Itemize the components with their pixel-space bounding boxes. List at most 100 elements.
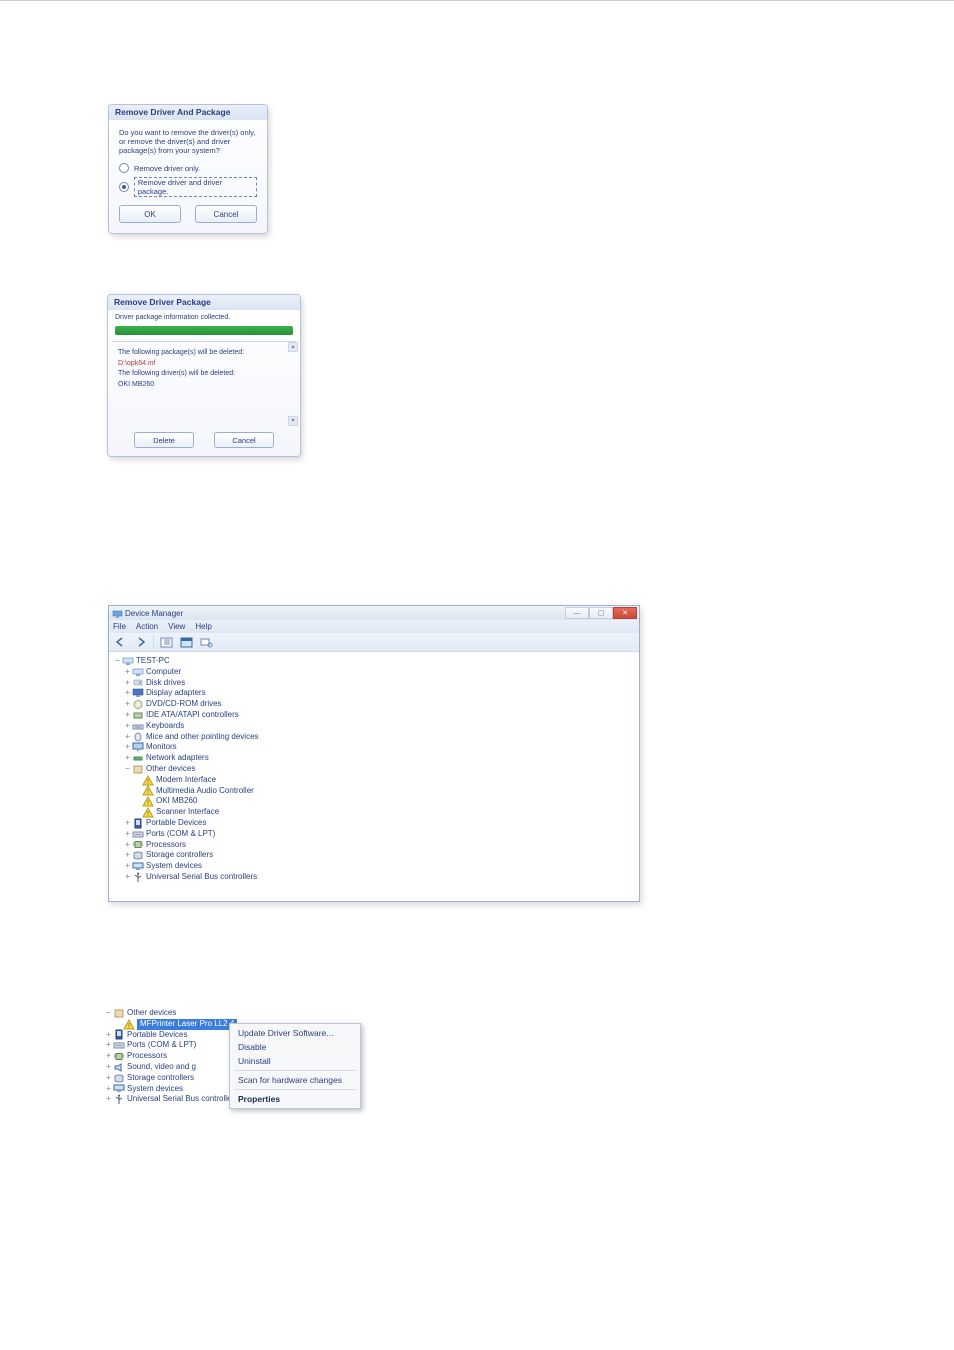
forward-button[interactable] [133,635,149,649]
expand-icon[interactable]: + [123,840,132,851]
expand-icon[interactable]: + [123,678,132,689]
tree-node[interactable]: + Computer [113,667,635,678]
sound-icon [113,1062,124,1072]
tree-node[interactable]: !Scanner Interface [113,807,635,818]
cancel-button[interactable]: Cancel [195,205,257,223]
tree-node[interactable]: +Keyboards [113,721,635,732]
menu-separator [234,1089,356,1090]
tree-node[interactable]: +Disk drives [113,678,635,689]
tree-node-label: IDE ATA/ATAPI controllers [146,710,239,721]
cancel-button[interactable]: Cancel [214,432,274,448]
tree-node[interactable]: +Processors [113,840,635,851]
menu-disable[interactable]: Disable [230,1040,360,1054]
window-titlebar: Device Manager — ▢ ✕ [109,606,639,620]
back-button[interactable] [113,635,129,649]
remove-driver-package-dialog: Remove Driver Package Driver package inf… [107,294,301,457]
scan-hardware-button[interactable] [198,635,214,649]
expand-icon[interactable]: + [123,667,132,678]
menu-file[interactable]: File [113,622,126,631]
toolbar-separator [153,635,154,649]
expand-icon[interactable]: + [123,829,132,840]
tree-node[interactable]: +Portable Devices [113,818,635,829]
tree-node-label: Universal Serial Bus controllers [146,872,257,883]
expand-icon[interactable]: + [123,699,132,710]
collapse-icon[interactable]: − [113,656,122,667]
tree-node-label: Monitors [146,742,177,753]
expand-icon[interactable]: + [104,1040,113,1051]
show-hidden-button[interactable] [158,635,174,649]
ok-button[interactable]: OK [119,205,181,223]
expand-icon[interactable]: + [104,1051,113,1062]
tree-node[interactable]: +System devices [113,861,635,872]
expand-icon[interactable]: + [123,872,132,883]
tree-node[interactable]: +Display adapters [113,688,635,699]
menu-properties[interactable]: Properties [230,1092,360,1106]
expand-icon[interactable]: + [123,710,132,721]
tree-node-label: Other devices [146,764,195,775]
tree-node[interactable]: − TEST-PC [113,656,635,667]
tree-node[interactable]: −Other devices [104,1008,394,1019]
tree-node[interactable]: +Storage controllers [113,850,635,861]
dialog-message: Do you want to remove the driver(s) only… [119,128,257,155]
delete-button[interactable]: Delete [134,432,194,448]
tree-node-label: Mice and other pointing devices [146,732,259,743]
network-icon [132,754,143,764]
expand-icon[interactable]: + [104,1062,113,1073]
other-icon [113,1008,124,1018]
tree-node[interactable]: !OKI MB260 [113,796,635,807]
radio-remove-driver-and-package[interactable]: Remove driver and driver package. [119,177,257,197]
collapse-icon[interactable]: − [104,1008,113,1019]
expand-icon[interactable]: + [123,688,132,699]
svg-text:!: ! [147,779,149,786]
tree-node[interactable]: − Other devices [113,764,635,775]
expand-icon[interactable]: + [123,732,132,743]
computer-icon [122,656,133,666]
mouse-icon [132,732,143,742]
radio-remove-driver-only[interactable]: Remove driver only. [119,163,257,173]
menu-update-driver[interactable]: Update Driver Software... [230,1026,360,1040]
expand-icon[interactable]: + [123,753,132,764]
collapse-icon[interactable]: − [123,764,132,775]
properties-button[interactable] [178,635,194,649]
expand-icon[interactable]: + [104,1094,113,1105]
expand-icon[interactable]: + [104,1030,113,1041]
menu-help[interactable]: Help [195,622,211,631]
tree-node-label: Computer [146,667,181,678]
tree-node-label: TEST-PC [136,656,170,667]
expand-icon[interactable]: + [123,721,132,732]
maximize-button[interactable]: ▢ [589,607,613,619]
svg-text:!: ! [147,789,149,796]
tree-node[interactable]: + IDE ATA/ATAPI controllers [113,710,635,721]
expand-icon[interactable]: + [104,1073,113,1084]
scroll-down-icon[interactable]: ▾ [288,416,298,426]
progress-bar [115,326,293,335]
tree-node[interactable]: + Mice and other pointing devices [113,732,635,743]
tree-node[interactable]: !Multimedia Audio Controller [113,786,635,797]
expand-icon[interactable]: + [104,1084,113,1095]
expand-icon[interactable]: + [123,818,132,829]
device-tree[interactable]: − TEST-PC + Computer+Disk drives+Display ad… [109,652,639,887]
dialog-title: Remove Driver Package [108,295,300,310]
tree-node[interactable]: +Ports (COM & LPT) [113,829,635,840]
tree-node-label: DVD/CD-ROM drives [146,699,222,710]
menu-scan-hardware[interactable]: Scan for hardware changes [230,1073,360,1087]
minimize-button[interactable]: — [565,607,589,619]
tree-node[interactable]: + Universal Serial Bus controllers [113,872,635,883]
tree-node[interactable]: + DVD/CD-ROM drives [113,699,635,710]
ide-icon [132,710,143,720]
tree-node[interactable]: + Monitors [113,742,635,753]
expand-icon[interactable]: + [123,850,132,861]
tree-node[interactable]: +Network adapters [113,753,635,764]
close-button[interactable]: ✕ [613,607,637,619]
menu-uninstall[interactable]: Uninstall [230,1054,360,1068]
tree-node[interactable]: !Modem Interface [113,775,635,786]
expand-icon[interactable]: + [123,742,132,753]
menu-action[interactable]: Action [136,622,158,631]
device-manager-window: Device Manager — ▢ ✕ File Action View He… [108,605,640,902]
usb-icon [132,872,143,882]
tree-node-label: Universal Serial Bus controllers [127,1094,238,1105]
list-line: The following package(s) will be deleted… [118,348,290,359]
expand-icon[interactable]: + [123,861,132,872]
menu-view[interactable]: View [168,622,185,631]
scroll-up-icon[interactable]: ▴ [288,342,298,352]
